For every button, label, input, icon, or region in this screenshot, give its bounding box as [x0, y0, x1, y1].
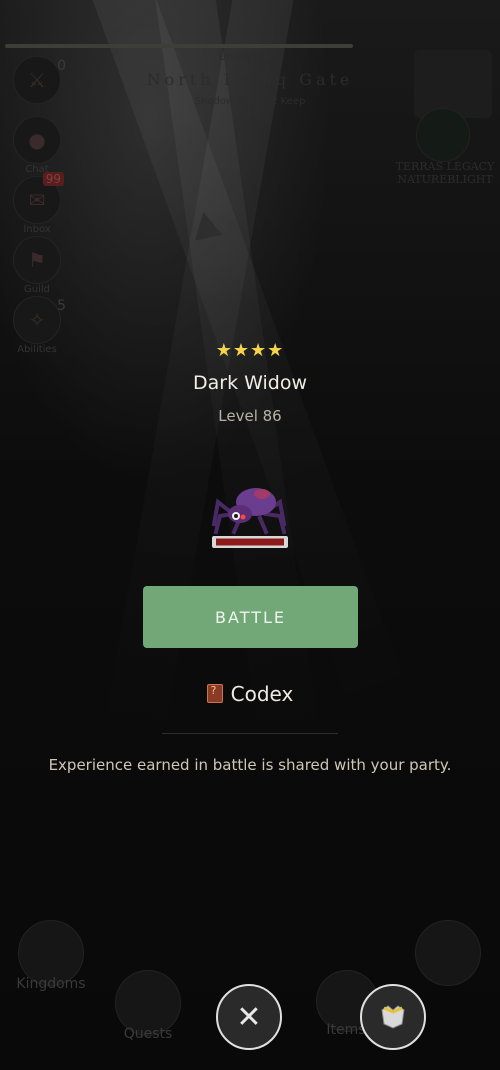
divider — [162, 733, 338, 734]
kingdom-emblem[interactable] — [414, 50, 492, 118]
globe-icon[interactable] — [416, 108, 470, 162]
chat-icon: ● — [13, 116, 61, 164]
codex-label: Codex — [230, 682, 294, 706]
legacy-line-1: TERRAS LEGACY — [395, 160, 495, 173]
codex-book-icon — [206, 684, 223, 703]
codex-link[interactable]: Codex — [0, 682, 500, 706]
kingdoms-label: Kingdoms — [16, 976, 86, 992]
legacy-banner[interactable]: TERRAS LEGACY NATUREBLIGHT — [390, 160, 500, 186]
helmet-icon: ⚔ — [13, 56, 61, 104]
progress-bar — [5, 44, 353, 48]
close-button[interactable]: ✕ — [216, 984, 282, 1050]
character-count: 0 — [57, 58, 66, 74]
side-button-chat[interactable]: ● Chat — [12, 116, 62, 175]
nav-quests[interactable]: Quests — [112, 970, 184, 1042]
armor-icon — [381, 1005, 405, 1029]
experience-info: Experience earned in battle is shared wi… — [48, 756, 452, 774]
rarity-stars: ★★★★ — [215, 340, 285, 361]
legacy-line-2: NATUREBLIGHT — [397, 173, 493, 186]
guild-icon: ⚑ — [13, 236, 61, 284]
inbox-label: Inbox — [23, 224, 51, 235]
abilities-icon: ✧ — [13, 296, 61, 344]
quests-label: Quests — [123, 1026, 173, 1042]
monster-level: Level 86 — [218, 407, 282, 425]
abilities-count: 5 — [57, 298, 66, 314]
side-button-character[interactable]: ⚔ 0 — [12, 56, 66, 104]
spider-sprite-icon — [211, 488, 288, 548]
guild-label: Guild — [24, 284, 50, 295]
side-button-guild[interactable]: ⚑ Guild — [12, 236, 62, 295]
inbox-badge: 99 — [42, 172, 64, 186]
footprints-icon — [415, 920, 481, 986]
equipment-button[interactable] — [360, 984, 426, 1050]
nav-footprints[interactable] — [412, 920, 484, 986]
monster-name: Dark Widow — [193, 372, 307, 394]
battle-button[interactable]: BATTLE — [143, 586, 358, 648]
side-button-inbox[interactable]: ✉ 99 Inbox — [12, 172, 64, 235]
nav-kingdoms[interactable]: Kingdoms — [16, 920, 86, 992]
